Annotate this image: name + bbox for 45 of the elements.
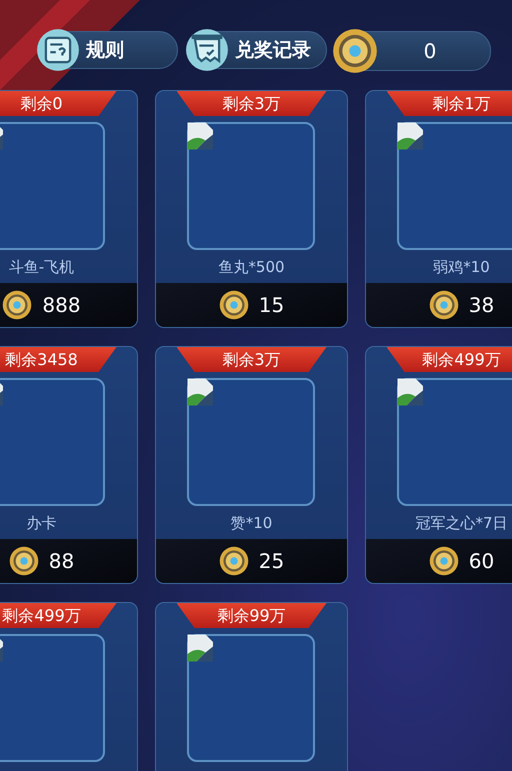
coin-icon xyxy=(2,290,32,320)
price-text: 38 xyxy=(468,293,494,317)
price-text: 25 xyxy=(258,549,284,573)
header-button[interactable]: 兑奖记录 xyxy=(186,31,327,69)
remaining-ribbon: 剩余0 xyxy=(0,91,116,116)
remaining-ribbon: 剩余499万 xyxy=(386,347,512,372)
coin-icon xyxy=(8,546,39,576)
prize-name: 办卡 xyxy=(26,514,56,533)
coin-icon xyxy=(218,290,249,320)
rules-icon xyxy=(36,28,80,72)
remaining-ribbon: 剩余3万 xyxy=(176,91,326,116)
prize-card[interactable]: 剩余3458 办卡 88 xyxy=(0,346,138,584)
prize-card[interactable]: 剩余3万 鱼丸*500 15 xyxy=(155,90,348,328)
prize-card[interactable]: 剩余499万 冠军之心*7日 60 xyxy=(365,346,512,584)
prize-card[interactable]: 剩余1万 弱鸡*10 38 xyxy=(365,90,512,328)
price-text: 15 xyxy=(258,293,284,317)
prize-name: 弱鸡*10 xyxy=(433,258,490,277)
prize-name: 斗鱼-飞机 xyxy=(8,258,74,277)
prize-card[interactable]: 剩余99万 xyxy=(155,602,348,771)
prize-card[interactable]: 剩余3万 赞*10 25 xyxy=(155,346,348,584)
coin-icon xyxy=(428,546,459,576)
prize-name: 赞*10 xyxy=(230,514,272,533)
coin-icon xyxy=(428,290,459,320)
broken-image-icon xyxy=(186,633,216,663)
broken-image-icon xyxy=(396,121,426,151)
remaining-ribbon: 剩余3万 xyxy=(176,347,326,372)
prize-name: 鱼丸*500 xyxy=(218,258,285,277)
remaining-ribbon: 剩余3458 xyxy=(0,347,116,372)
price-text: 888 xyxy=(42,293,81,317)
remaining-ribbon: 剩余99万 xyxy=(176,603,326,628)
coin-icon xyxy=(332,28,378,74)
price-text: 88 xyxy=(48,549,74,573)
coin-icon xyxy=(218,546,249,576)
price-text: 60 xyxy=(468,549,494,573)
prize-name: 冠军之心*7日 xyxy=(415,514,508,533)
broken-image-icon xyxy=(396,377,426,407)
broken-image-icon xyxy=(186,121,216,151)
prize-card[interactable]: 剩余0 斗鱼-飞机 888 xyxy=(0,90,138,328)
receipt-icon xyxy=(185,28,229,72)
remaining-ribbon: 剩余499万 xyxy=(0,603,116,628)
prize-card[interactable]: 剩余499万 xyxy=(0,602,138,771)
balance-display: 0 xyxy=(335,31,491,71)
header-button[interactable]: 规则 xyxy=(37,31,178,69)
remaining-ribbon: 剩余1万 xyxy=(386,91,512,116)
broken-image-icon xyxy=(186,377,216,407)
